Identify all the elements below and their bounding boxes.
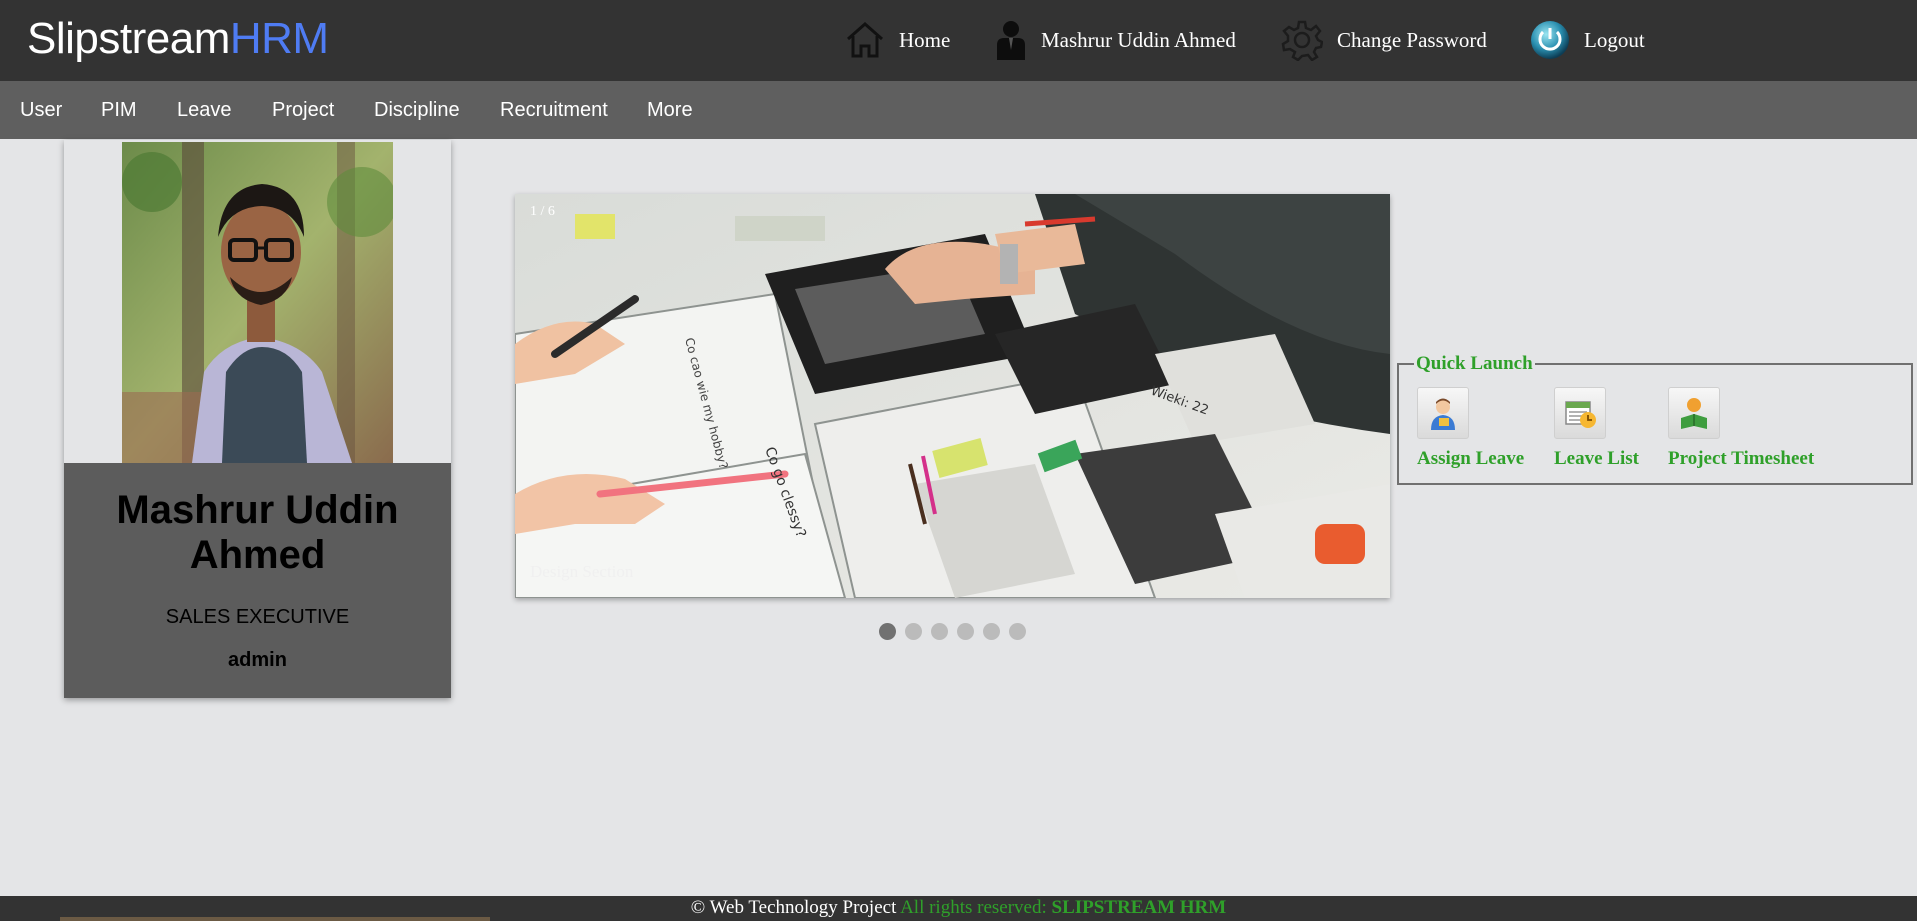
profile-info: Mashrur Uddin Ahmed SALES EXECUTIVE admi… bbox=[64, 463, 451, 698]
user-label: Mashrur Uddin Ahmed bbox=[1041, 27, 1236, 52]
menu-item-discipline[interactable]: Discipline bbox=[374, 81, 460, 139]
menu-item-recruitment[interactable]: Recruitment bbox=[500, 81, 608, 139]
brand-logo[interactable]: SlipstreamHRM bbox=[27, 14, 329, 64]
change-password-link[interactable]: Change Password bbox=[1281, 18, 1487, 62]
assign-leave-label: Assign Leave bbox=[1417, 448, 1525, 469]
user-icon bbox=[995, 20, 1027, 60]
assign-leave-icon bbox=[1417, 387, 1469, 439]
footer-company: SLIPSTREAM HRM bbox=[1051, 897, 1227, 918]
logout-link[interactable]: Logout bbox=[1530, 18, 1645, 62]
gear-icon bbox=[1281, 19, 1323, 61]
profile-role: SALES EXECUTIVE bbox=[165, 606, 350, 628]
top-header: SlipstreamHRM Home Mashrur Uddin Ahmed C… bbox=[0, 0, 1917, 81]
logout-label: Logout bbox=[1584, 27, 1645, 52]
slide-counter: 1 / 6 bbox=[530, 204, 555, 219]
slider-dot-5[interactable] bbox=[983, 623, 1000, 640]
footer-copyright: © Web Technology Project bbox=[690, 897, 897, 918]
quick-launch-leave-list[interactable]: Leave List bbox=[1554, 387, 1639, 469]
profile-photo bbox=[122, 142, 393, 463]
leave-list-icon bbox=[1554, 387, 1606, 439]
leave-list-label: Leave List bbox=[1554, 448, 1639, 469]
logout-icon bbox=[1530, 20, 1570, 60]
project-timesheet-label: Project Timesheet bbox=[1668, 448, 1815, 469]
slider-dot-1[interactable] bbox=[879, 623, 896, 640]
slider-dot-3[interactable] bbox=[931, 623, 948, 640]
home-link[interactable]: Home bbox=[845, 18, 950, 62]
quick-launch-project-timesheet[interactable]: Project Timesheet bbox=[1668, 387, 1814, 469]
profile-card: Mashrur Uddin Ahmed SALES EXECUTIVE admi… bbox=[64, 140, 451, 698]
profile-name: Mashrur Uddin Ahmed bbox=[116, 488, 399, 577]
home-label: Home bbox=[899, 27, 951, 52]
menu-item-user[interactable]: User bbox=[20, 81, 62, 139]
menu-item-pim[interactable]: PIM bbox=[101, 81, 137, 139]
profile-username: admin bbox=[228, 649, 287, 671]
footer-rights: All rights reserved: bbox=[900, 897, 1047, 918]
slider-dot-2[interactable] bbox=[905, 623, 922, 640]
slider-dots bbox=[879, 623, 1026, 641]
quick-launch-assign-leave[interactable]: Assign Leave bbox=[1417, 387, 1524, 469]
brand-accent: HRM bbox=[229, 14, 329, 63]
change-password-label: Change Password bbox=[1337, 27, 1487, 52]
menu-item-more[interactable]: More bbox=[647, 81, 693, 139]
menu-item-leave[interactable]: Leave bbox=[177, 81, 232, 139]
brand-main: Slipstream bbox=[27, 14, 230, 63]
slide-image: Co cao wie my hobby? Co go clessy? Wieki… bbox=[515, 194, 1390, 598]
slide-caption: Design Section bbox=[530, 562, 634, 581]
image-slider[interactable]: Co cao wie my hobby? Co go clessy? Wieki… bbox=[515, 194, 1390, 598]
project-timesheet-icon bbox=[1668, 387, 1720, 439]
profile-link[interactable]: Mashrur Uddin Ahmed bbox=[995, 18, 1236, 62]
quick-launch-panel: Quick Launch Assign Leave Leave List Pro… bbox=[1397, 353, 1913, 485]
home-icon bbox=[845, 21, 885, 59]
footer-strip bbox=[60, 917, 490, 921]
main-menu: User PIM Leave Project Discipline Recrui… bbox=[0, 81, 1917, 139]
slider-dot-6[interactable] bbox=[1009, 623, 1026, 640]
slider-dot-4[interactable] bbox=[957, 623, 974, 640]
quick-launch-title: Quick Launch bbox=[1414, 353, 1535, 375]
menu-item-project[interactable]: Project bbox=[272, 81, 334, 139]
